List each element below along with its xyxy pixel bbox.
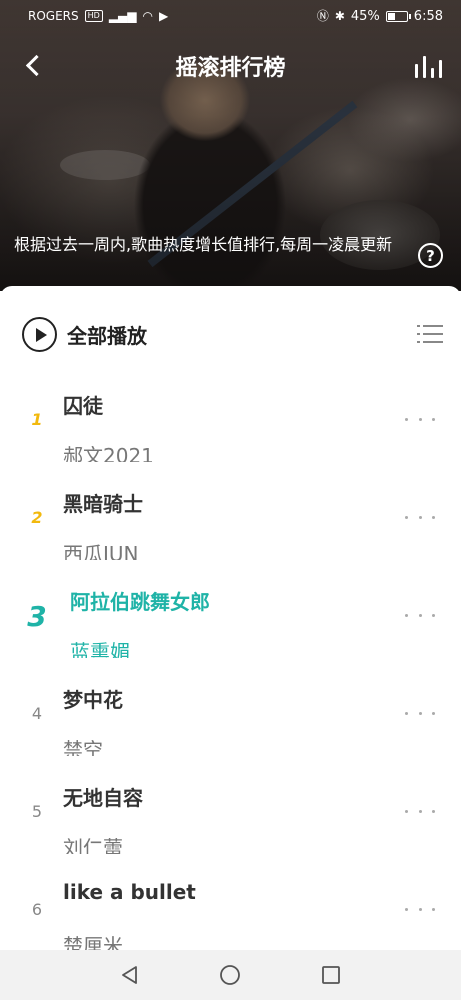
- song-row[interactable]: 4 梦中花 禁空: [0, 666, 461, 764]
- song-rank: 6: [31, 900, 43, 919]
- equalizer-button[interactable]: [411, 52, 445, 82]
- song-title: 阿拉伯跳舞女郎: [70, 590, 210, 614]
- song-rank: 2: [31, 508, 43, 527]
- play-icon: [22, 316, 57, 352]
- more-icon[interactable]: [405, 708, 435, 718]
- carrier-label: ROGERS: [28, 9, 79, 23]
- battery-icon: [385, 10, 411, 22]
- notification-icon: ▶: [158, 9, 169, 23]
- song-artist: 西瓜JUN: [63, 542, 139, 560]
- bluetooth-icon: ✱: [334, 9, 345, 23]
- equalizer-icon: [415, 64, 418, 78]
- chart-description: 根据过去一周内,歌曲热度增长值排行,每周一凌晨更新: [14, 235, 393, 254]
- more-icon[interactable]: [405, 610, 435, 620]
- more-icon[interactable]: [405, 806, 435, 816]
- song-rank: 3: [27, 600, 47, 633]
- clock: 6:58: [413, 8, 443, 24]
- play-all-button[interactable]: 全部播放: [22, 316, 147, 352]
- song-artist: 蓝熏媚: [70, 640, 130, 658]
- song-title: 无地自容: [63, 786, 143, 810]
- song-row[interactable]: 1 囚徒 郝文2021: [0, 372, 461, 470]
- song-row[interactable]: 6 like a bullet 楚厘米: [0, 862, 461, 950]
- song-title: 囚徒: [63, 394, 103, 418]
- song-list-panel: 全部播放 1 囚徒 郝文2021 2 黑暗骑士 西瓜JUN 3 阿拉伯跳舞女郎 …: [0, 286, 461, 950]
- battery-percent: 45%: [350, 8, 380, 24]
- nfc-icon: Ⓝ: [316, 9, 329, 23]
- nav-back-icon[interactable]: [119, 964, 141, 986]
- page-title: 摇滚排行榜: [175, 56, 286, 81]
- more-icon[interactable]: [405, 414, 435, 424]
- equalizer-icon: [439, 60, 442, 78]
- equalizer-icon: [431, 68, 434, 78]
- song-row-playing[interactable]: 3 阿拉伯跳舞女郎 蓝熏媚: [0, 568, 461, 666]
- song-row[interactable]: 2 黑暗骑士 西瓜JUN: [0, 470, 461, 568]
- equalizer-icon: [423, 56, 426, 78]
- song-rank: 1: [31, 410, 43, 429]
- nav-home-icon[interactable]: [219, 964, 241, 986]
- more-icon[interactable]: [405, 512, 435, 522]
- song-list: 1 囚徒 郝文2021 2 黑暗骑士 西瓜JUN 3 阿拉伯跳舞女郎 蓝熏媚 4…: [0, 372, 461, 950]
- song-rank: 4: [31, 704, 43, 723]
- song-row[interactable]: 5 无地自容 刘仁蕾: [0, 764, 461, 862]
- song-artist: 楚厘米: [63, 934, 123, 950]
- song-rank: 5: [31, 802, 43, 821]
- battery-fill: [387, 12, 396, 20]
- system-nav-bar: [0, 950, 461, 1000]
- help-icon[interactable]: ?: [418, 243, 443, 268]
- play-all-label: 全部播放: [67, 323, 147, 348]
- song-artist: 刘仁蕾: [63, 836, 123, 854]
- status-bar: ROGERS HD ▂▄▆ ◠ ▶ Ⓝ ✱ 45% 6:58: [0, 0, 461, 32]
- nav-recent-icon[interactable]: [320, 964, 342, 986]
- top-bar: 摇滚排行榜: [0, 40, 461, 90]
- song-title: 梦中花: [63, 688, 123, 712]
- wifi-icon: ◠: [142, 9, 153, 23]
- song-title: 黑暗骑士: [63, 492, 143, 516]
- list-icon[interactable]: [417, 323, 443, 345]
- signal-icon: ▂▄▆: [108, 9, 137, 23]
- more-icon[interactable]: [405, 904, 435, 914]
- song-artist: 郝文2021: [63, 444, 154, 462]
- header-banner: ROGERS HD ▂▄▆ ◠ ▶ Ⓝ ✱ 45% 6:58 摇滚排行榜 根据过…: [0, 0, 461, 291]
- hd-badge: HD: [84, 10, 103, 22]
- song-artist: 禁空: [63, 738, 103, 756]
- song-title: like a bullet: [63, 880, 196, 904]
